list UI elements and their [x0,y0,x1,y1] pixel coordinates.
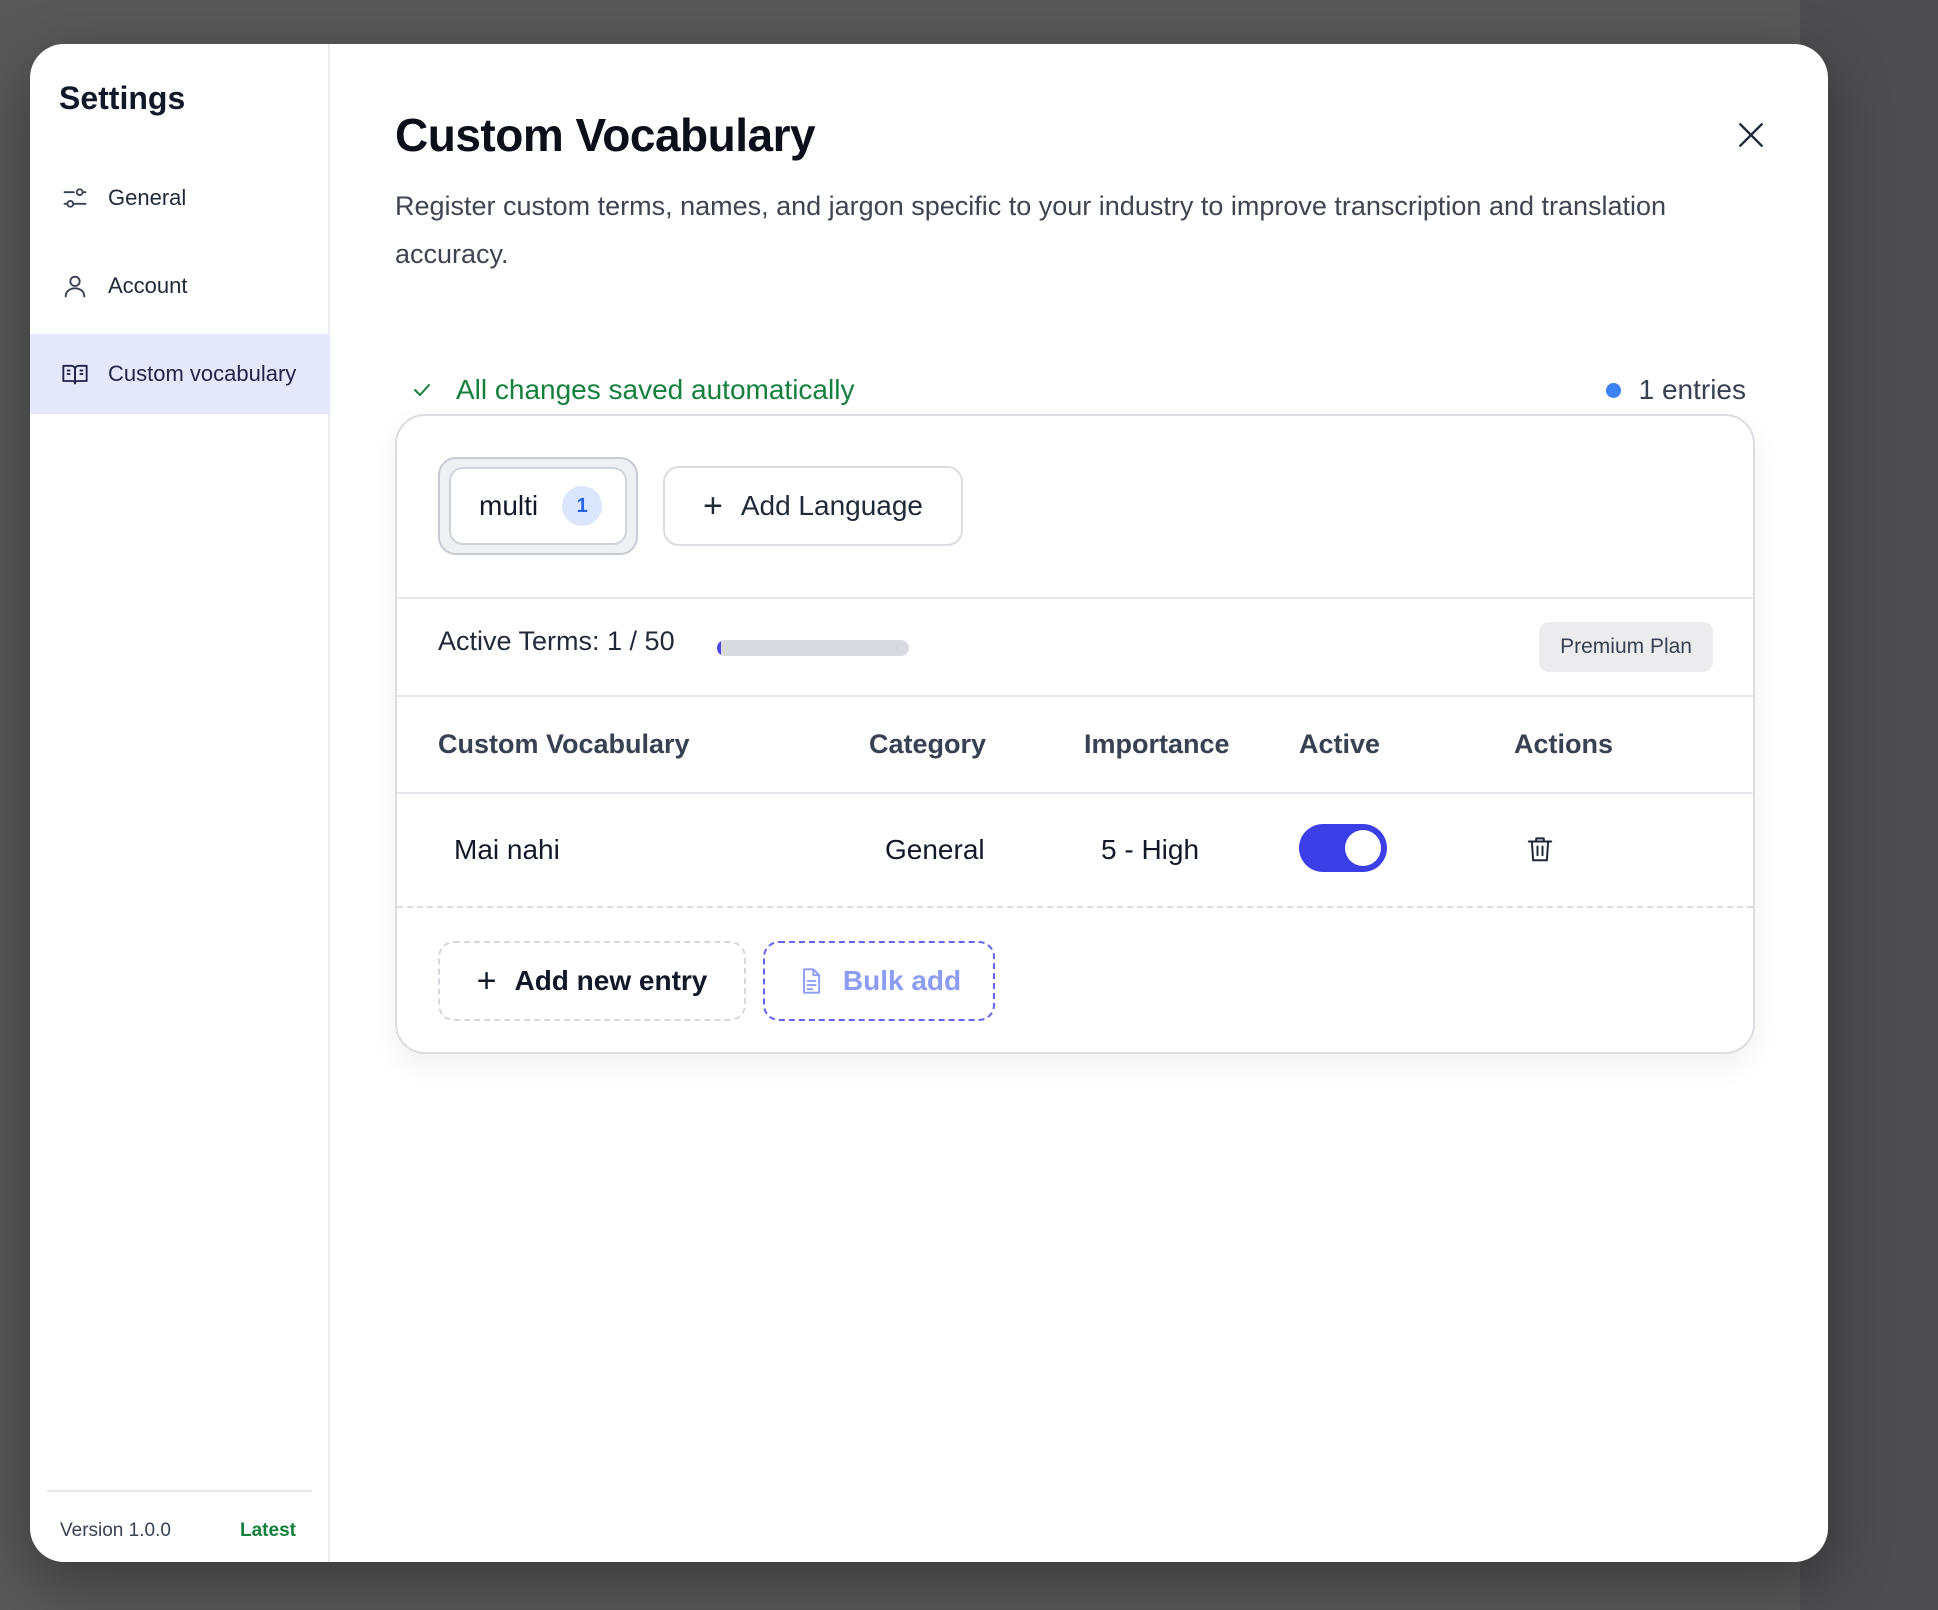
settings-modal: Settings General Account Custom vocabula… [30,44,1828,1562]
quota-progress-bar [717,640,909,656]
quota-progress-fill [717,640,721,656]
column-header-importance: Importance [1084,729,1230,759]
column-header-category: Category [869,729,987,759]
language-tab-multi[interactable]: multi 1 [449,467,627,545]
page-description: Register custom terms, names, and jargon… [395,191,1667,269]
column-header-vocabulary: Custom Vocabulary [438,729,690,759]
close-button[interactable] [1726,110,1776,160]
trash-icon[interactable] [1525,834,1555,864]
divider [397,792,1753,794]
active-toggle[interactable] [1299,824,1387,872]
sidebar-item-label: Account [108,273,188,298]
entries-count-text: 1 entries [1638,374,1746,405]
language-tab-label: multi [479,490,539,521]
column-header-active: Active [1299,729,1381,759]
bulk-add-button[interactable]: Bulk add [763,941,995,1021]
active-terms-label: Active Terms: 1 / 50 [438,626,675,656]
language-tab-container: multi 1 [438,457,638,555]
sidebar-item-account[interactable]: Account [30,246,330,326]
bulk-add-label: Bulk add [842,965,962,996]
save-status-text: All changes saved automatically [456,374,855,405]
document-icon [802,968,820,994]
status-dot [1605,382,1621,398]
language-count-badge: 1 [562,486,603,526]
save-status: All changes saved automatically [410,374,854,406]
term-cell: Mai nahi [454,834,560,865]
plus-icon: + [702,487,723,525]
sidebar-item-label: Custom vocabulary [108,361,297,386]
vocabulary-card: multi 1 + Add Language Active Terms: 1 /… [395,414,1755,1054]
sidebar: Settings General Account Custom vocabula… [30,44,330,1562]
close-icon [1739,123,1763,147]
column-header-actions: Actions [1514,729,1614,759]
plus-icon: + [476,962,497,1000]
sidebar-title: Settings [59,80,186,116]
version-status-badge: Latest [240,1520,296,1541]
sidebar-item-general[interactable]: General [30,158,330,238]
divider [397,695,1753,697]
sidebar-item-label: General [108,185,187,210]
toggle-knob [1345,830,1381,866]
add-new-entry-button[interactable]: + Add new entry [438,941,746,1021]
entries-count: 1 entries [1605,374,1746,406]
sidebar-footer-divider [47,1490,312,1492]
page-title: Custom Vocabulary [395,109,816,161]
category-cell: General [885,834,985,865]
user-icon [60,271,90,301]
add-language-button[interactable]: + Add Language [663,466,963,546]
sliders-icon [60,183,90,213]
check-icon [414,384,430,396]
version-label: Version 1.0.0 [60,1520,171,1541]
add-language-label: Add Language [740,490,924,521]
main-content: Custom Vocabulary Register custom terms,… [330,44,1828,1562]
dashed-divider [397,906,1753,908]
sidebar-item-custom-vocabulary[interactable]: Custom vocabulary [30,334,330,414]
book-icon [60,359,90,389]
add-entry-label: Add new entry [514,965,708,996]
plan-badge: Premium Plan [1539,622,1713,672]
importance-cell: 5 - High [1101,834,1200,865]
divider [397,597,1753,599]
